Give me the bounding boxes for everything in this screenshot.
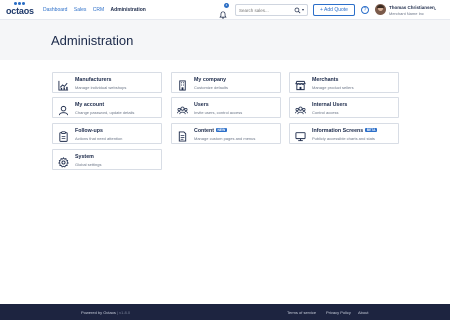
search-input[interactable]	[239, 7, 291, 14]
tile-title: Information Screens BETA	[312, 128, 377, 134]
tile-description: Manage individual webshops	[75, 85, 127, 90]
beta-badge: BETA	[365, 128, 377, 132]
tile-title: My company	[194, 77, 227, 83]
gear-icon	[58, 155, 69, 168]
tile-description: Global settings	[75, 162, 102, 167]
user-menu[interactable]: Thomas Christiansen Merchant Name Inc	[389, 5, 435, 16]
tile-title: Users	[194, 102, 209, 108]
tile-internal-users[interactable]: Internal Users Control access	[289, 97, 399, 118]
nav-link-administration[interactable]: Administration	[111, 7, 146, 13]
page-footer: Powered by Octaos | v1.8.0 Terms of serv…	[0, 304, 450, 320]
tile-description: Control access	[312, 110, 339, 115]
chart-icon	[58, 78, 69, 91]
tile-information-screens[interactable]: Information Screens BETA Publicly accessi…	[289, 123, 399, 144]
tile-follow-ups[interactable]: Follow-ups Actions that need attention	[52, 123, 162, 144]
top-navbar: octaos Dashboard Sales CRM Administratio…	[0, 0, 450, 20]
notifications-button[interactable]: 4	[219, 3, 229, 19]
monitor-icon	[295, 129, 306, 142]
footer-link-terms[interactable]: Terms of service	[287, 310, 316, 315]
document-icon	[177, 129, 188, 142]
tile-title: Manufacturers	[75, 77, 112, 83]
logo-text: octaos	[6, 6, 34, 16]
user-icon	[58, 103, 69, 116]
notification-count-badge: 4	[224, 3, 229, 8]
footer-link-privacy[interactable]: Privacy Policy	[326, 310, 351, 315]
footer-link-about[interactable]: About	[358, 310, 368, 315]
tile-description: Invite users, control access	[194, 110, 243, 115]
tile-title: Merchants	[312, 77, 339, 83]
version-text: | v1.8.0	[117, 310, 131, 315]
tile-description: Publicly accessible charts and stats	[312, 136, 375, 141]
nav-link-sales[interactable]: Sales	[74, 7, 87, 13]
page-title: Administration	[51, 33, 134, 48]
store-icon	[295, 78, 306, 91]
tile-system[interactable]: System Global settings	[52, 149, 162, 170]
tile-description: Customize defaults	[194, 85, 229, 90]
add-quote-button[interactable]: + Add Quote	[313, 4, 355, 16]
help-icon[interactable]: ?	[361, 6, 369, 14]
powered-by: Powered by Octaos | v1.8.0	[81, 310, 130, 315]
tile-title: Follow-ups	[75, 128, 103, 134]
tile-my-company[interactable]: My company Customize defaults	[171, 72, 281, 93]
bell-icon	[219, 11, 227, 19]
building-icon	[177, 78, 188, 91]
clipboard-icon	[58, 129, 69, 142]
search-scope-chevron-down-icon[interactable]: ▾	[302, 7, 304, 12]
powered-by-text: Powered by Octaos	[81, 310, 116, 315]
users-icon	[295, 103, 306, 115]
tile-description: Actions that need attention	[75, 136, 123, 141]
tile-description: Manage product sellers	[312, 85, 354, 90]
main-nav: Dashboard Sales CRM Administration	[43, 7, 151, 13]
new-badge: NEW	[216, 128, 227, 132]
search-icon[interactable]	[294, 7, 301, 14]
tile-description: Manage custom pages and menus	[194, 136, 256, 141]
users-icon	[177, 103, 188, 115]
tile-title-text: Information Screens	[312, 128, 364, 134]
nav-link-crm[interactable]: CRM	[93, 7, 104, 13]
tile-users[interactable]: Users Invite users, control access	[171, 97, 281, 118]
tile-title: System	[75, 154, 94, 160]
octaos-logo[interactable]: octaos	[6, 2, 34, 18]
user-menu-chevron-down-icon[interactable]: ⌄	[433, 6, 437, 12]
user-name: Thomas Christiansen	[389, 5, 435, 10]
tile-my-account[interactable]: My account Change password, update detai…	[52, 97, 162, 118]
tile-title: Internal Users	[312, 102, 348, 108]
nav-link-dashboard[interactable]: Dashboard	[43, 7, 67, 13]
tile-title: My account	[75, 102, 105, 108]
search-box: ▾	[235, 4, 308, 16]
tile-title: Content NEW	[194, 128, 227, 134]
tile-title-text: Content	[194, 128, 215, 134]
tile-content[interactable]: Content NEW Manage custom pages and menus	[171, 123, 281, 144]
tile-merchants[interactable]: Merchants Manage product sellers	[289, 72, 399, 93]
page-header: Administration	[0, 20, 450, 60]
tile-manufacturers[interactable]: Manufacturers Manage individual webshops	[52, 72, 162, 93]
user-company: Merchant Name Inc	[389, 11, 424, 16]
tile-description: Change password, update details	[75, 110, 135, 115]
user-avatar[interactable]	[375, 4, 386, 15]
